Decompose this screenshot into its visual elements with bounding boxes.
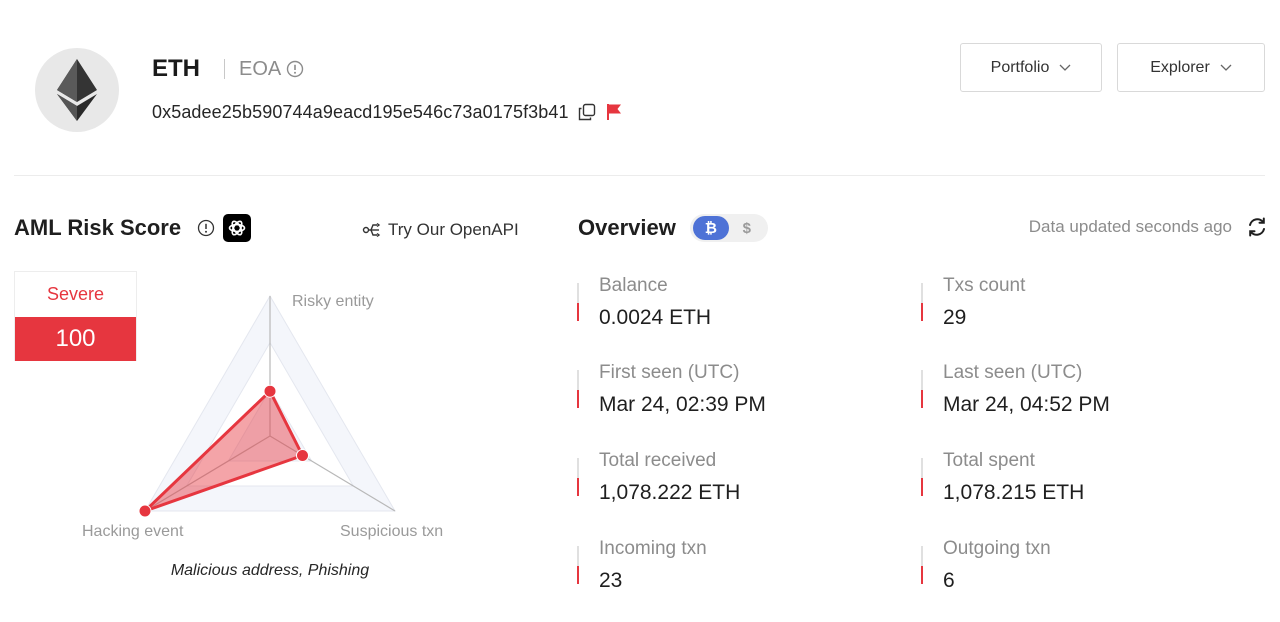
crypto-currency-option[interactable]: ₿ (692, 216, 729, 240)
stat-label: Txs count (943, 275, 1026, 296)
stat-value: Mar 24, 02:39 PM (599, 393, 766, 416)
usd-currency-option[interactable]: $ (729, 216, 765, 240)
stat-balance: Balance 0.0024 ETH (577, 275, 877, 335)
stat-value: 1,078.215 ETH (943, 481, 1085, 504)
stat-value: 29 (943, 306, 967, 329)
account-type: EOA (239, 57, 282, 80)
overview-title: Overview (578, 215, 676, 240)
stat-value: 6 (943, 569, 955, 592)
stat-incoming-txn: Incoming txn 23 (577, 538, 877, 598)
stat-value: 1,078.222 ETH (599, 481, 741, 504)
wallet-address: 0x5adee25b590744a9eacd195e546c73a0175f3b… (152, 101, 569, 122)
info-icon[interactable] (286, 60, 304, 78)
stat-label: Last seen (UTC) (943, 362, 1083, 383)
stat-label: Outgoing txn (943, 538, 1051, 559)
info-icon[interactable] (197, 219, 215, 237)
stat-label: Incoming txn (599, 538, 707, 559)
data-updated-row: Data updated seconds ago (1029, 214, 1268, 240)
flag-icon[interactable] (606, 103, 622, 121)
data-updated-text: Data updated seconds ago (1028, 217, 1232, 236)
radar-label-suspicious-txn: Suspicious txn (340, 523, 443, 540)
radar-point (138, 504, 152, 518)
address-risk-page: ETH EOA 0x5adee25b590744a9eacd195e546c73… (0, 0, 1280, 622)
title-row: ETH EOA (152, 54, 304, 84)
risk-tags: Malicious address, Phishing (170, 562, 370, 579)
risk-radar-chart: Risky entity Suspicious txn Hacking even… (82, 293, 443, 540)
stat-total-received: Total received 1,078.222 ETH (577, 450, 877, 510)
stat-total-spent: Total spent 1,078.215 ETH (921, 450, 1221, 510)
currency-toggle: ₿ $ (689, 214, 768, 242)
chain-name: ETH (152, 55, 200, 82)
openapi-link-label: Try Our OpenAPI (388, 220, 519, 239)
portfolio-button[interactable]: Portfolio (960, 43, 1102, 92)
overview-title-row: Overview ₿ $ (578, 212, 768, 244)
address-row: 0x5adee25b590744a9eacd195e546c73a0175f3b… (152, 100, 622, 124)
eth-logo (35, 48, 119, 132)
stat-label: First seen (UTC) (599, 362, 740, 383)
refresh-icon[interactable] (1246, 216, 1268, 238)
title-separator (224, 59, 225, 79)
stat-value: 0.0024 ETH (599, 306, 712, 329)
radar-label-hacking-event: Hacking event (82, 523, 184, 540)
ai-analysis-icon[interactable] (223, 214, 252, 242)
radar-point (263, 384, 277, 398)
header-divider (14, 175, 1265, 176)
radar-point (296, 449, 309, 462)
chevron-down-icon (1220, 64, 1232, 72)
ethereum-icon (57, 59, 97, 121)
stat-label: Total spent (943, 450, 1035, 471)
stat-outgoing-txn: Outgoing txn 6 (921, 538, 1221, 598)
stat-label: Total received (599, 450, 717, 471)
aml-title-row: AML Risk Score (14, 214, 252, 242)
stat-first-seen: First seen (UTC) Mar 24, 02:39 PM (577, 362, 877, 422)
radar-label-risky-entity: Risky entity (292, 293, 374, 310)
stat-last-seen: Last seen (UTC) Mar 24, 04:52 PM (921, 362, 1221, 422)
chevron-down-icon (1059, 64, 1071, 72)
stat-value: 23 (599, 569, 623, 592)
stat-value: Mar 24, 04:52 PM (943, 393, 1110, 416)
stat-label: Balance (599, 275, 668, 296)
stat-txs-count: Txs count 29 (921, 275, 1221, 335)
portfolio-button-label: Portfolio (990, 58, 1050, 76)
copy-icon[interactable] (578, 103, 596, 121)
openapi-link[interactable]: Try Our OpenAPI (362, 220, 519, 240)
explorer-button[interactable]: Explorer (1117, 43, 1265, 92)
aml-title: AML Risk Score (14, 215, 182, 240)
explorer-button-label: Explorer (1150, 58, 1210, 76)
api-link-icon (362, 221, 382, 239)
